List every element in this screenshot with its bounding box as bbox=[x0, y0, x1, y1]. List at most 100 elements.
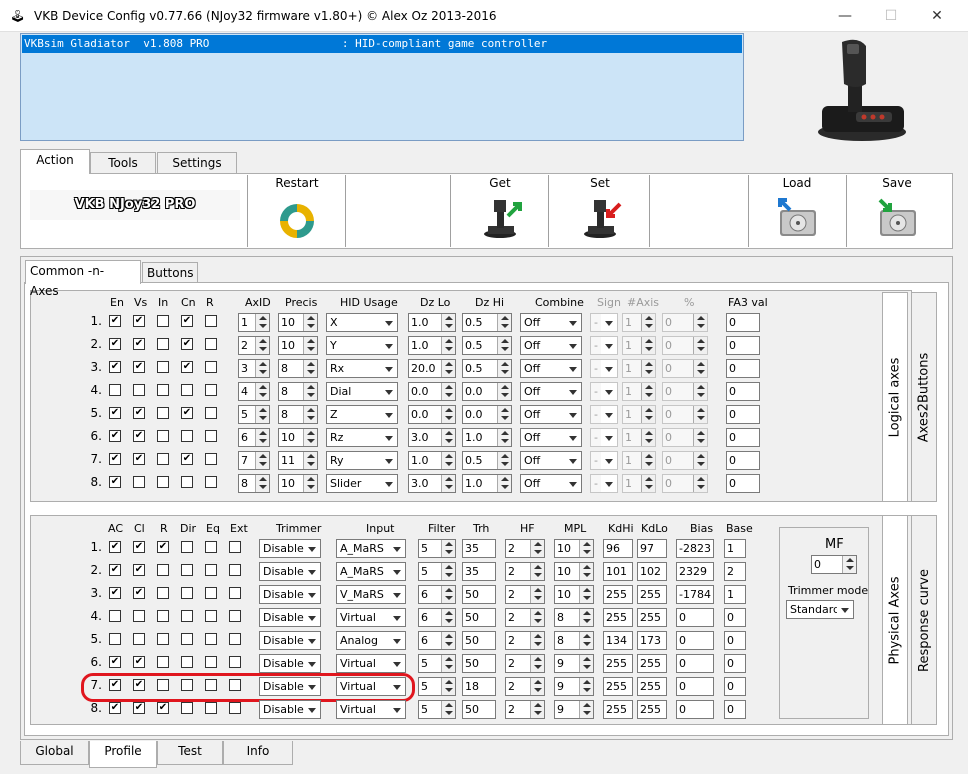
spin-arrows-icon[interactable] bbox=[303, 429, 317, 446]
tab-global[interactable]: Global bbox=[20, 741, 89, 765]
chevron-down-icon[interactable] bbox=[304, 632, 320, 649]
spin-arrows-icon[interactable] bbox=[530, 540, 544, 557]
naxis-spinner[interactable]: 1 bbox=[622, 451, 656, 470]
trimmer-select[interactable]: Disable bbox=[259, 585, 321, 604]
spin-arrows-icon[interactable] bbox=[441, 337, 455, 354]
tab-info[interactable]: Info bbox=[223, 741, 293, 765]
physical-dir-checkbox[interactable] bbox=[181, 541, 193, 553]
fa3-field[interactable]: 0 bbox=[726, 428, 760, 447]
physical-ext-checkbox[interactable] bbox=[229, 587, 241, 599]
mpl-spinner[interactable]: 8 bbox=[554, 631, 594, 650]
kdhi-field[interactable]: 255 bbox=[603, 608, 633, 627]
hid-usage-select[interactable]: Dial bbox=[326, 382, 398, 401]
combine-select[interactable]: Off bbox=[520, 336, 582, 355]
trimmer-select[interactable]: Disable bbox=[259, 608, 321, 627]
input-select[interactable]: A_MaRS bbox=[336, 539, 406, 558]
trimmer-select[interactable]: Disable bbox=[259, 539, 321, 558]
physical-r-checkbox[interactable] bbox=[157, 679, 169, 691]
axid-spinner[interactable]: 1 bbox=[238, 313, 270, 332]
spin-arrows-icon[interactable] bbox=[693, 337, 707, 354]
load-disk-icon[interactable] bbox=[776, 196, 820, 240]
physical-eq-checkbox[interactable] bbox=[205, 541, 217, 553]
logical-r-checkbox[interactable] bbox=[205, 315, 217, 327]
combine-select[interactable]: Off bbox=[520, 405, 582, 424]
filter-spinner[interactable]: 5 bbox=[418, 700, 456, 719]
spin-arrows-icon[interactable] bbox=[303, 337, 317, 354]
physical-cl-checkbox[interactable] bbox=[133, 541, 145, 553]
physical-r-checkbox[interactable] bbox=[157, 587, 169, 599]
fa3-field[interactable]: 0 bbox=[726, 382, 760, 401]
physical-ac-checkbox[interactable] bbox=[109, 610, 121, 622]
spin-arrows-icon[interactable] bbox=[441, 429, 455, 446]
axid-spinner[interactable]: 2 bbox=[238, 336, 270, 355]
bias-field[interactable]: -2823 bbox=[676, 539, 714, 558]
chevron-down-icon[interactable] bbox=[381, 475, 397, 492]
physical-r-checkbox[interactable] bbox=[157, 656, 169, 668]
spin-arrows-icon[interactable] bbox=[303, 452, 317, 469]
dzlo-spinner[interactable]: 1.0 bbox=[408, 336, 456, 355]
chevron-down-icon[interactable] bbox=[381, 452, 397, 469]
logical-cn-checkbox[interactable] bbox=[181, 453, 193, 465]
logical-r-checkbox[interactable] bbox=[205, 361, 217, 373]
fa3-field[interactable]: 0 bbox=[726, 451, 760, 470]
logical-cn-checkbox[interactable] bbox=[181, 407, 193, 419]
spin-arrows-icon[interactable] bbox=[693, 406, 707, 423]
dzhi-spinner[interactable]: 0.5 bbox=[462, 313, 512, 332]
physical-eq-checkbox[interactable] bbox=[205, 633, 217, 645]
spin-arrows-icon[interactable] bbox=[497, 360, 511, 377]
kdlo-field[interactable]: 173 bbox=[637, 631, 667, 650]
kdlo-field[interactable]: 255 bbox=[637, 608, 667, 627]
tab-axes2buttons[interactable]: Axes2Buttons bbox=[911, 292, 937, 502]
logical-vs-checkbox[interactable] bbox=[133, 476, 145, 488]
spin-arrows-icon[interactable] bbox=[497, 406, 511, 423]
logical-in-checkbox[interactable] bbox=[157, 430, 169, 442]
mpl-spinner[interactable]: 9 bbox=[554, 654, 594, 673]
axid-spinner[interactable]: 6 bbox=[238, 428, 270, 447]
dzlo-spinner[interactable]: 1.0 bbox=[408, 451, 456, 470]
spin-arrows-icon[interactable] bbox=[441, 475, 455, 492]
chevron-down-icon[interactable] bbox=[565, 337, 581, 354]
minimize-button[interactable]: — bbox=[822, 0, 868, 32]
sign-select[interactable]: - bbox=[590, 451, 618, 470]
kdlo-field[interactable]: 102 bbox=[637, 562, 667, 581]
device-list[interactable]: VKBsim Gladiator v1.808 PRO : HID-compli… bbox=[20, 33, 744, 141]
chevron-down-icon[interactable] bbox=[304, 563, 320, 580]
spin-arrows-icon[interactable] bbox=[497, 314, 511, 331]
chevron-down-icon[interactable] bbox=[381, 383, 397, 400]
naxis-spinner[interactable]: 1 bbox=[622, 313, 656, 332]
close-button[interactable]: ✕ bbox=[914, 0, 960, 32]
chevron-down-icon[interactable] bbox=[601, 452, 617, 469]
save-disk-icon[interactable] bbox=[876, 196, 920, 240]
logical-in-checkbox[interactable] bbox=[157, 453, 169, 465]
spin-arrows-icon[interactable] bbox=[497, 452, 511, 469]
spin-arrows-icon[interactable] bbox=[441, 632, 455, 649]
logical-vs-checkbox[interactable] bbox=[133, 430, 145, 442]
hf-spinner[interactable]: 2 bbox=[505, 539, 545, 558]
kdlo-field[interactable]: 255 bbox=[637, 700, 667, 719]
hid-usage-select[interactable]: X bbox=[326, 313, 398, 332]
tab-test[interactable]: Test bbox=[157, 741, 223, 765]
filter-spinner[interactable]: 6 bbox=[418, 608, 456, 627]
spin-arrows-icon[interactable] bbox=[530, 655, 544, 672]
spin-arrows-icon[interactable] bbox=[255, 406, 269, 423]
tab-common-axes[interactable]: Common -n- Axes bbox=[25, 260, 141, 298]
physical-ext-checkbox[interactable] bbox=[229, 541, 241, 553]
trh-field[interactable]: 50 bbox=[462, 585, 496, 604]
physical-ext-checkbox[interactable] bbox=[229, 564, 241, 576]
spin-arrows-icon[interactable] bbox=[641, 314, 655, 331]
logical-cn-checkbox[interactable] bbox=[181, 476, 193, 488]
logical-in-checkbox[interactable] bbox=[157, 476, 169, 488]
combine-select[interactable]: Off bbox=[520, 313, 582, 332]
chevron-down-icon[interactable] bbox=[304, 701, 320, 718]
axid-spinner[interactable]: 3 bbox=[238, 359, 270, 378]
axid-spinner[interactable]: 4 bbox=[238, 382, 270, 401]
chevron-down-icon[interactable] bbox=[381, 360, 397, 377]
spin-arrows-icon[interactable] bbox=[693, 360, 707, 377]
physical-ac-checkbox[interactable] bbox=[109, 679, 121, 691]
physical-ac-checkbox[interactable] bbox=[109, 587, 121, 599]
chevron-down-icon[interactable] bbox=[381, 314, 397, 331]
logical-vs-checkbox[interactable] bbox=[133, 361, 145, 373]
combine-select[interactable]: Off bbox=[520, 359, 582, 378]
spin-arrows-icon[interactable] bbox=[530, 586, 544, 603]
percent-spinner[interactable]: 0 bbox=[662, 428, 708, 447]
